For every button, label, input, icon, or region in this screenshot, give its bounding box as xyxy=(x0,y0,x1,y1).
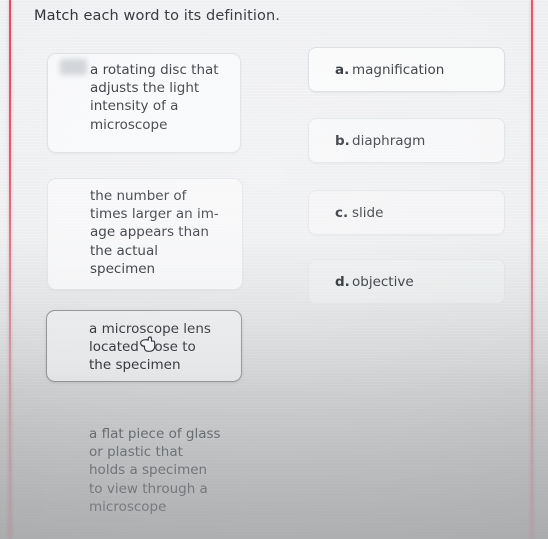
option-d-word: objective xyxy=(352,273,414,290)
option-a-word: magnification xyxy=(352,61,445,78)
option-c-letter: c. xyxy=(335,204,349,221)
definition-card-1[interactable]: a rotating disc that adjusts the light i… xyxy=(47,53,241,153)
option-box-c[interactable]: c. slide xyxy=(308,190,505,235)
drag-handle-badge xyxy=(60,59,87,75)
definition-card-1-text: a rotating disc that adjusts the light i… xyxy=(90,62,219,133)
definition-card-2-text: the number of times larger an im- age ap… xyxy=(90,188,219,277)
definition-card-4-text: a flat piece of glass or plastic that ho… xyxy=(89,426,221,515)
quiz-screen: Match each word to its definition. a rot… xyxy=(0,0,548,539)
definition-card-2[interactable]: the number of times larger an im- age ap… xyxy=(47,178,243,290)
option-b-word: diaphragm xyxy=(352,132,426,149)
definition-card-4[interactable]: a flat piece of glass or plastic that ho… xyxy=(46,415,242,525)
page-edge-line-left xyxy=(9,0,11,539)
option-c-word: slide xyxy=(352,204,384,221)
option-box-d[interactable]: d. objective xyxy=(308,259,505,304)
option-d-letter: d. xyxy=(335,273,350,290)
page-title: Match each word to its definition. xyxy=(34,8,280,24)
option-box-a[interactable]: a. magnification xyxy=(308,47,505,92)
option-box-b[interactable]: b. diaphragm xyxy=(308,118,505,163)
option-a-letter: a. xyxy=(335,61,350,78)
definition-card-3[interactable]: a microscope lens located close to the s… xyxy=(46,310,242,382)
definition-card-3-text: a microscope lens located close to the s… xyxy=(89,321,211,374)
option-b-letter: b. xyxy=(335,132,350,149)
page-edge-line-right xyxy=(531,0,533,539)
